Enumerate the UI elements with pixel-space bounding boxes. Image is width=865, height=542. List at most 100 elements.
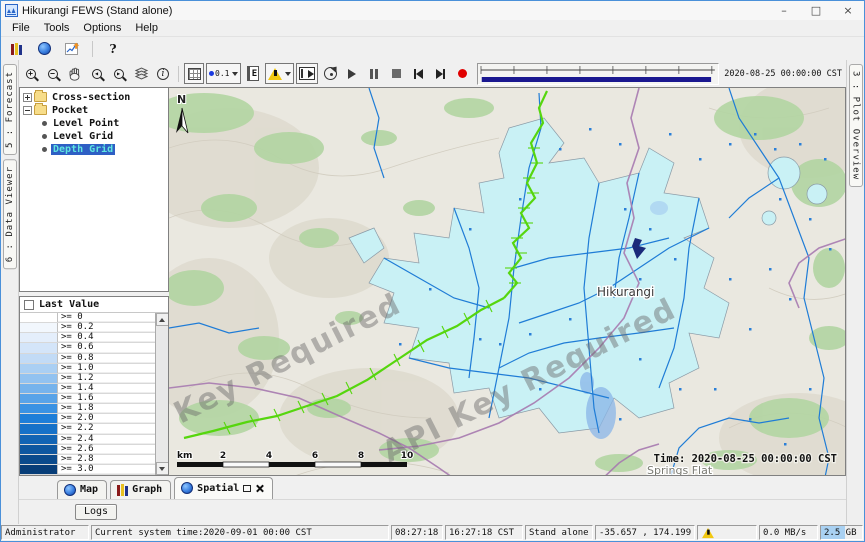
layers-icon xyxy=(134,67,149,80)
logs-button[interactable]: Logs xyxy=(75,504,117,520)
tab-plot-overview[interactable]: 3 : Plot Overview xyxy=(849,64,863,187)
time-slider[interactable] xyxy=(477,63,719,85)
grid-display-button[interactable] xyxy=(33,39,55,58)
zoom-in-button[interactable]: + xyxy=(21,63,41,84)
status-throughput: 0.0 MB/s xyxy=(759,525,818,540)
animation-settings-button[interactable] xyxy=(320,63,340,84)
menu-item[interactable]: Help xyxy=(128,21,165,35)
map-view[interactable]: API Key Required API Key Required Hikura… xyxy=(169,87,846,476)
animation-clock-icon xyxy=(324,67,337,80)
tab-spatial[interactable]: Spatial xyxy=(174,477,273,499)
legend-row-label: >= 3.0 xyxy=(58,465,155,474)
legend-color-swatch xyxy=(20,465,58,474)
maximize-button[interactable]: □ xyxy=(800,1,832,20)
svg-text:km: km xyxy=(177,451,192,461)
timeseries-dialog-button[interactable] xyxy=(5,39,27,58)
zoom-out-icon: − xyxy=(48,69,58,79)
tab-graph[interactable]: Graph xyxy=(110,480,171,499)
pause-button[interactable] xyxy=(364,63,384,84)
scroll-up-icon[interactable] xyxy=(156,313,169,326)
zoom-previous-button[interactable]: ◂ xyxy=(87,63,107,84)
status-system-time: Current system time:2020-09-01 00:00 CST xyxy=(91,525,389,540)
tab-forecast[interactable]: 5 : Forecast xyxy=(3,64,17,155)
contour-interval-dropdown[interactable]: 0.1 xyxy=(206,63,241,84)
tree-item-level-grid[interactable]: Level Grid xyxy=(40,130,168,142)
display-animation-button[interactable] xyxy=(296,63,318,84)
last-value-checkbox[interactable] xyxy=(24,300,34,310)
legend-color-swatch xyxy=(20,404,58,413)
tab-data-viewer[interactable]: 6 : Data Viewer xyxy=(3,159,17,269)
minimize-button[interactable]: – xyxy=(768,1,800,20)
legend-color-swatch xyxy=(20,323,58,332)
status-alerts[interactable] xyxy=(697,525,757,540)
main-toolbar: ? xyxy=(1,37,864,60)
tree-item-pocket[interactable]: Pocket xyxy=(23,104,168,116)
title-bar[interactable]: Hikurangi FEWS (Stand alone) – □ × xyxy=(1,1,864,20)
place-label-hikurangi: Hikurangi xyxy=(597,285,654,299)
legend-class-list: >= 0 >= 0.2 >= 0.4 >= 0.6 xyxy=(20,313,155,475)
expand-icon[interactable] xyxy=(23,93,32,102)
legend-row[interactable]: >= 3.0 xyxy=(20,465,155,475)
legend-row-label: >= 2.4 xyxy=(58,435,155,444)
step-back-button[interactable] xyxy=(408,63,428,84)
chart-display-button[interactable] xyxy=(61,39,83,58)
zoom-out-button[interactable]: − xyxy=(43,63,63,84)
timeseries-icon xyxy=(11,43,22,55)
restore-tab-icon[interactable] xyxy=(243,485,251,492)
map-toolbar: + − ◂ ▸ i 0.1 E xyxy=(19,60,846,87)
step-forward-button[interactable] xyxy=(430,63,450,84)
svg-text:4: 4 xyxy=(266,451,272,461)
status-local-time: 16:27:18 CST xyxy=(445,525,523,540)
window-title: Hikurangi FEWS (Stand alone) xyxy=(22,5,768,17)
zoom-next-button[interactable]: ▸ xyxy=(109,63,129,84)
zoom-previous-icon: ◂ xyxy=(92,69,102,79)
thresholds-dropdown[interactable] xyxy=(265,63,294,84)
status-memory[interactable]: 2.5 GB xyxy=(820,525,863,540)
dot-icon xyxy=(209,71,214,76)
tree-item-depth-grid[interactable]: Depth Grid xyxy=(40,143,168,155)
legend-row-label: >= 2.0 xyxy=(58,414,155,423)
folder-icon xyxy=(34,105,47,115)
tree-item-level-point[interactable]: Level Point xyxy=(40,117,168,129)
legend-row-label: >= 1.2 xyxy=(58,374,155,383)
tab-map[interactable]: Map xyxy=(57,480,107,499)
play-icon xyxy=(348,69,356,79)
scroll-down-icon[interactable] xyxy=(156,462,169,475)
map-time-label: Time: 2020-08-25 00:00:00 CST xyxy=(654,453,837,465)
close-button[interactable]: × xyxy=(832,1,864,20)
legend-color-swatch xyxy=(20,424,58,433)
menu-item[interactable]: Options xyxy=(76,21,128,35)
legend-color-swatch xyxy=(20,414,58,423)
svg-text:6: 6 xyxy=(312,451,318,461)
legend-row-label: >= 1.0 xyxy=(58,364,155,373)
svg-text:8: 8 xyxy=(358,451,364,461)
toolbar-separator xyxy=(92,41,93,57)
menu-item[interactable]: Tools xyxy=(37,21,77,35)
app-window: Hikurangi FEWS (Stand alone) – □ × FileT… xyxy=(0,0,865,542)
record-icon xyxy=(458,69,467,78)
pan-hand-icon xyxy=(68,67,82,81)
pan-button[interactable] xyxy=(65,63,85,84)
legend-color-swatch xyxy=(20,435,58,444)
layer-tree: Cross-section Pocket Level Point xyxy=(19,87,169,292)
scale-ruler-button[interactable]: E xyxy=(243,63,263,84)
svg-text:10: 10 xyxy=(401,451,414,461)
collapse-icon[interactable] xyxy=(23,106,32,115)
record-button[interactable] xyxy=(452,63,472,84)
play-button[interactable] xyxy=(342,63,362,84)
tree-item-cross-section[interactable]: Cross-section xyxy=(23,91,168,103)
globe-icon xyxy=(38,42,51,55)
info-button[interactable]: i xyxy=(153,63,173,84)
help-button[interactable]: ? xyxy=(102,39,124,58)
stop-button[interactable] xyxy=(386,63,406,84)
status-gmt-time: 08:27:18 GMT xyxy=(391,525,443,540)
close-tab-icon[interactable] xyxy=(255,484,264,493)
legend-color-swatch xyxy=(20,364,58,373)
grid-toggle-button[interactable] xyxy=(184,63,204,84)
chart-up-icon xyxy=(65,42,80,55)
legend-scrollbar[interactable] xyxy=(155,313,168,475)
layers-button[interactable] xyxy=(131,63,151,84)
legend-row-label: >= 2.8 xyxy=(58,455,155,464)
dropdown-caret-icon xyxy=(232,72,238,76)
menu-item[interactable]: File xyxy=(5,21,37,35)
